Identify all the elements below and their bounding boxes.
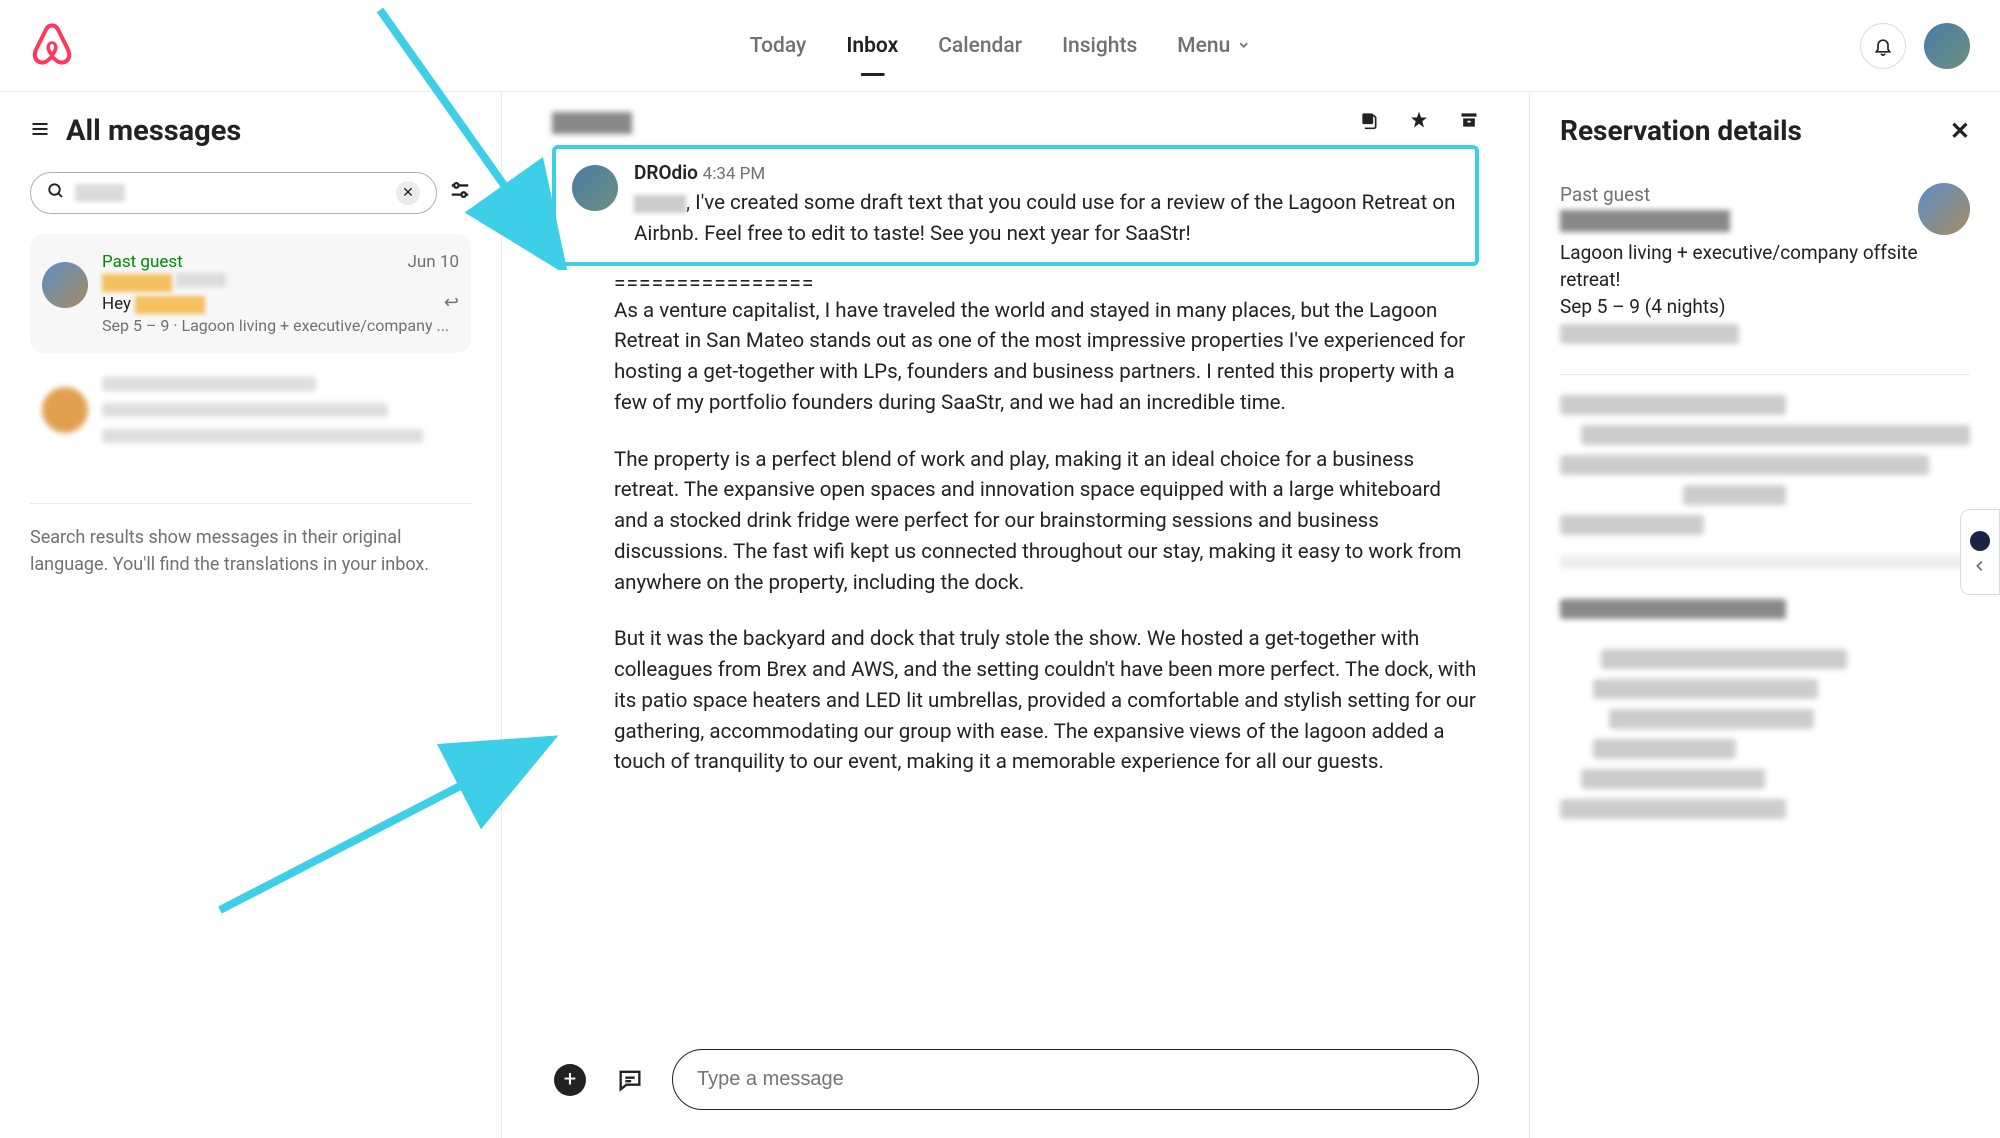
tab-inbox[interactable]: Inbox (846, 26, 898, 66)
message-time: 4:34 PM (703, 164, 766, 184)
hamburger-icon[interactable] (30, 117, 50, 145)
app-header: Today Inbox Calendar Insights Menu (0, 0, 2000, 92)
guest-name-redacted (1560, 210, 1730, 232)
search-input-redacted (75, 184, 125, 202)
message-avatar (572, 165, 618, 211)
thread-item-active[interactable]: Past guest Jun 10 Hey ↩ Sep 5 – 9 · Lago… (30, 234, 471, 353)
menu-label: Menu (1177, 34, 1230, 58)
airbnb-logo[interactable] (30, 22, 74, 70)
sidebar: All messages ✕ Past guest Jun 10 (0, 92, 502, 1138)
guest-avatar[interactable] (1918, 183, 1970, 235)
message-para-1: As a venture capitalist, I have traveled… (552, 296, 1479, 419)
star-icon[interactable] (1409, 110, 1429, 135)
conversation-title-redacted (552, 112, 632, 134)
chevron-left-icon (1973, 559, 1987, 573)
thread-preview-prefix: Hey (102, 294, 135, 314)
stay-dates: Sep 5 – 9 (4 nights) (1560, 295, 1918, 318)
thread-date: Jun 10 (408, 252, 459, 272)
clear-search-button[interactable]: ✕ (396, 181, 420, 205)
attach-button[interactable]: + (552, 1062, 588, 1098)
widget-dot-icon (1970, 531, 1990, 551)
chevron-down-icon (1236, 34, 1250, 58)
thread-meta: Sep 5 – 9 · Lagoon living + executive/co… (102, 316, 459, 335)
side-widget-tab[interactable] (1960, 509, 2000, 595)
user-avatar[interactable] (1924, 23, 1970, 69)
search-box[interactable]: ✕ (30, 172, 437, 214)
thread-avatar (42, 262, 88, 308)
report-icon[interactable] (1359, 110, 1379, 135)
reply-icon: ↩ (444, 292, 459, 314)
sidebar-title: All messages (66, 114, 241, 148)
panel-title: Reservation details (1560, 114, 1802, 147)
message-para-3: But it was the backyard and dock that tr… (552, 624, 1479, 778)
compose-input[interactable] (672, 1049, 1479, 1110)
header-right (1860, 23, 1970, 69)
conversation-panel: DROdio 4:34 PM , I've created some draft… (502, 92, 1530, 1138)
thread-preview-redacted (135, 296, 205, 314)
reservation-details-panel: Reservation details ✕ Past guest Lagoon … (1530, 92, 2000, 1138)
tab-calendar[interactable]: Calendar (938, 26, 1022, 66)
compose-bar: + (502, 1031, 1529, 1138)
message-intro: , I've created some draft text that you … (634, 191, 1455, 246)
close-panel-button[interactable]: ✕ (1950, 117, 1970, 145)
message-separator: ================ (552, 272, 1479, 296)
thread-item[interactable] (30, 359, 471, 473)
thread-status: Past guest (102, 252, 183, 272)
details-redacted-block (1560, 395, 1970, 535)
search-icon (47, 182, 65, 204)
annotated-message: DROdio 4:34 PM , I've created some draft… (552, 145, 1479, 266)
tab-menu[interactable]: Menu (1177, 26, 1250, 66)
search-note: Search results show messages in their or… (30, 524, 471, 578)
filter-icon[interactable] (449, 179, 471, 207)
archive-icon[interactable] (1459, 110, 1479, 135)
thread-guest-name-redacted (102, 274, 172, 292)
details-redacted-block-2 (1560, 599, 1970, 819)
tab-today[interactable]: Today (750, 26, 807, 66)
message-para-2: The property is a perfect blend of work … (552, 445, 1479, 599)
message-sender: DROdio (634, 161, 698, 184)
tab-insights[interactable]: Insights (1062, 26, 1137, 66)
recipient-name-redacted (634, 195, 686, 213)
quick-replies-button[interactable] (612, 1062, 648, 1098)
notifications-button[interactable] (1860, 23, 1906, 69)
listing-name: Lagoon living + executive/company offsit… (1560, 240, 1918, 293)
nav-tabs: Today Inbox Calendar Insights Menu (750, 26, 1251, 66)
guest-status-label: Past guest (1560, 183, 1918, 206)
thread-avatar (42, 387, 88, 433)
